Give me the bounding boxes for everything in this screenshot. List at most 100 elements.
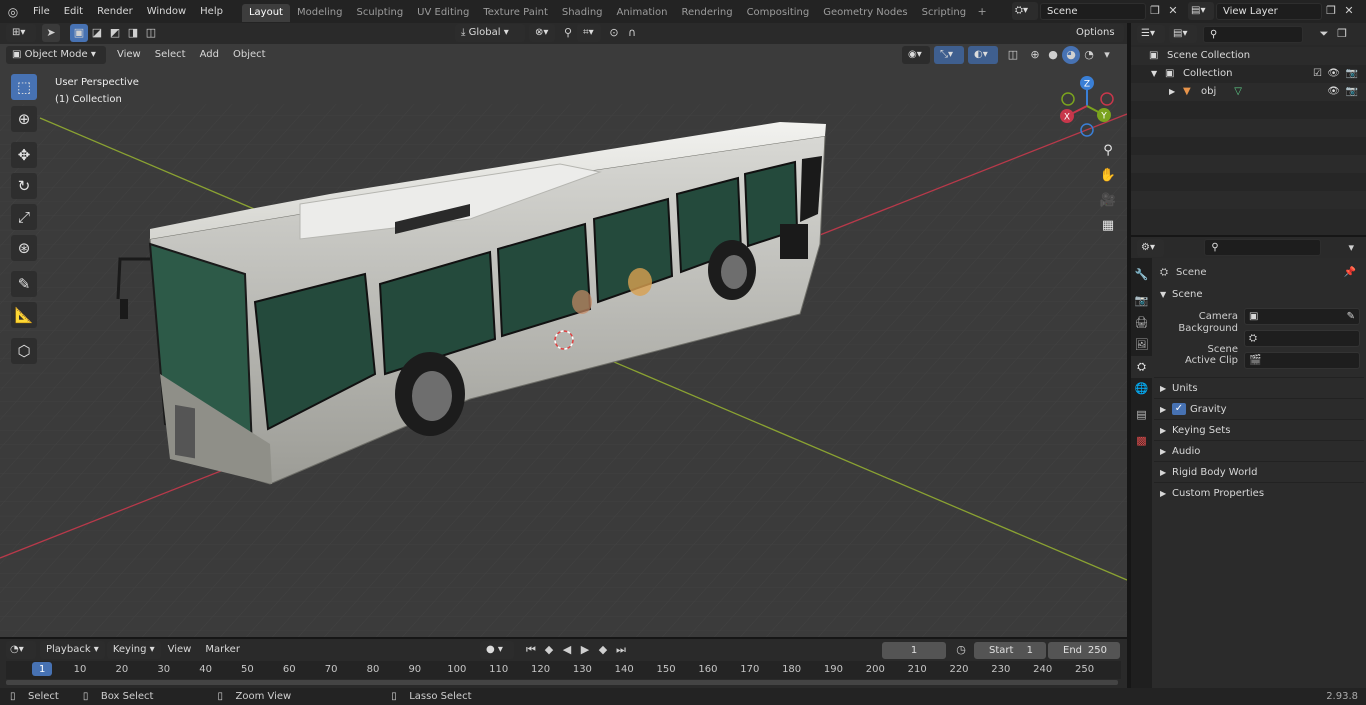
tab-animation[interactable]: Animation	[610, 4, 675, 22]
menu-select[interactable]: Select	[148, 46, 193, 64]
menu-add[interactable]: Add	[193, 46, 226, 64]
navigation-gizmo[interactable]: Z X Y	[1055, 74, 1119, 138]
new-scene-icon[interactable]: ❐	[1146, 2, 1164, 20]
keying-sets-panel-header[interactable]: ▶ Keying Sets	[1154, 419, 1364, 440]
jump-start-icon[interactable]: ⏮	[522, 641, 540, 659]
editor-type-button[interactable]: ⊞▾	[6, 24, 36, 42]
render-camera-icon[interactable]: 📷	[1346, 65, 1358, 83]
proportional-edit-icon[interactable]: ⊙	[605, 24, 623, 42]
scene-tab-icon[interactable]: ⛭	[1131, 356, 1152, 378]
output-tab-icon[interactable]: 🖨	[1131, 312, 1152, 334]
overlay-toggle[interactable]: ◐▾	[968, 46, 998, 64]
rigid-body-world-panel-header[interactable]: ▶ Rigid Body World	[1154, 461, 1364, 482]
visibility-eye-icon[interactable]: 👁	[1327, 83, 1340, 101]
prev-keyframe-icon[interactable]: ◆	[540, 641, 558, 659]
material-preview-icon[interactable]: ◕	[1062, 46, 1080, 64]
collection-tab-icon[interactable]: ▤	[1131, 404, 1152, 426]
properties-editor-type[interactable]: ⚙▾	[1137, 238, 1165, 257]
select-tool-icon[interactable]: ➤	[42, 24, 60, 42]
eyedropper-icon[interactable]: ✎	[1347, 306, 1355, 327]
preview-range-icon[interactable]: ◷	[952, 641, 970, 659]
tab-shading[interactable]: Shading	[555, 4, 610, 22]
menu-edit[interactable]: Edit	[57, 0, 90, 23]
tab-texture-paint[interactable]: Texture Paint	[476, 4, 555, 22]
new-collection-icon[interactable]: ❐	[1333, 25, 1351, 43]
select-extend-icon[interactable]: ◪	[88, 24, 106, 42]
select-intersect-icon[interactable]: ◫	[142, 24, 160, 42]
select-box-tool-icon[interactable]: ⬚	[11, 74, 37, 100]
mesh-data-icon[interactable]: ▽	[1234, 83, 1242, 101]
tab-rendering[interactable]: Rendering	[674, 4, 739, 22]
solid-shading-icon[interactable]: ●	[1044, 46, 1062, 64]
select-new-icon[interactable]: ▣	[70, 24, 88, 42]
audio-panel-header[interactable]: ▶ Audio	[1154, 440, 1364, 461]
zoom-view-icon[interactable]: ⚲	[1097, 140, 1119, 162]
expand-arrow-icon[interactable]: ▶	[1169, 83, 1183, 101]
render-camera-icon[interactable]: 📷	[1346, 83, 1358, 101]
scene-panel-header[interactable]: ▼ Scene	[1154, 284, 1364, 305]
outliner-editor-type[interactable]: ☰▾	[1137, 25, 1165, 43]
outliner-row-collection[interactable]: ▼ ▣ Collection ☑ 👁 📷	[1131, 65, 1366, 83]
menu-window[interactable]: Window	[140, 0, 193, 23]
menu-help[interactable]: Help	[193, 0, 230, 23]
annotate-tool-icon[interactable]: ✎	[11, 271, 37, 297]
filter-icon[interactable]: ⏷	[1315, 25, 1333, 43]
select-invert-icon[interactable]: ◨	[124, 24, 142, 42]
mode-dropdown[interactable]: ▣ Object Mode ▾	[6, 46, 106, 64]
delete-view-layer-icon[interactable]: ✕	[1340, 2, 1358, 20]
measure-tool-icon[interactable]: 📐	[11, 302, 37, 328]
3d-viewport[interactable]: ▣ Object Mode ▾ View Select Add Object ◉…	[0, 44, 1127, 637]
outliner-search-input[interactable]: ⚲	[1203, 25, 1303, 43]
timeline-editor-type[interactable]: ◔▾	[6, 641, 36, 659]
properties-options-icon[interactable]: ▾	[1343, 239, 1360, 257]
next-keyframe-icon[interactable]: ◆	[594, 641, 612, 659]
timeline-scrollbar[interactable]	[6, 680, 1118, 685]
camera-field[interactable]: ▣ ✎	[1244, 308, 1360, 325]
exclude-checkbox-icon[interactable]: ☑	[1313, 65, 1322, 83]
world-tab-icon[interactable]: 🌐	[1131, 378, 1152, 400]
tab-compositing[interactable]: Compositing	[740, 4, 817, 22]
view-layer-name-field[interactable]: View Layer	[1216, 2, 1322, 20]
tab-scripting[interactable]: Scripting	[915, 4, 973, 22]
tab-uv-editing[interactable]: UV Editing	[410, 4, 476, 22]
transform-tool-icon[interactable]: ⊛	[11, 235, 37, 261]
rendered-shading-icon[interactable]: ◔	[1080, 46, 1098, 64]
expand-arrow-icon[interactable]: ▼	[1151, 65, 1165, 83]
tool-tab-icon[interactable]: 🔧	[1131, 264, 1152, 286]
background-scene-field[interactable]: ⛭	[1244, 330, 1360, 347]
pan-view-icon[interactable]: ✋	[1097, 165, 1119, 187]
tab-modeling[interactable]: Modeling	[290, 4, 350, 22]
current-frame-field[interactable]: 1	[882, 641, 946, 659]
outliner-row-obj[interactable]: ▶ ▼ obj ▽ 👁 📷	[1131, 83, 1366, 101]
pin-icon[interactable]: 📌	[1344, 267, 1356, 278]
snap-toggle-icon[interactable]: ⚲	[559, 24, 577, 42]
snap-target-button[interactable]: ⌗▾	[577, 24, 601, 42]
tab-sculpting[interactable]: Sculpting	[349, 4, 410, 22]
add-workspace-button[interactable]: +	[973, 3, 991, 21]
units-panel-header[interactable]: ▶ Units	[1154, 377, 1364, 398]
shading-options-icon[interactable]: ▾	[1098, 46, 1116, 64]
menu-file[interactable]: File	[26, 0, 57, 23]
move-tool-icon[interactable]: ✥	[11, 142, 37, 168]
gravity-panel-header[interactable]: ▶ ✓ Gravity	[1154, 398, 1364, 419]
custom-properties-panel-header[interactable]: ▶ Custom Properties	[1154, 482, 1364, 503]
view-layer-tab-icon[interactable]: 🖼	[1131, 334, 1152, 356]
scale-tool-icon[interactable]: ⤢	[11, 204, 37, 230]
play-reverse-icon[interactable]: ◀	[558, 641, 576, 659]
end-frame-field[interactable]: End 250	[1048, 641, 1120, 659]
jump-end-icon[interactable]: ⏭	[612, 641, 630, 659]
play-icon[interactable]: ▶	[576, 641, 594, 659]
wireframe-shading-icon[interactable]: ⊕	[1026, 46, 1044, 64]
playback-menu[interactable]: Playback ▾	[40, 641, 105, 659]
scene-name-field[interactable]: Scene	[1040, 2, 1146, 20]
new-view-layer-icon[interactable]: ❐	[1322, 2, 1340, 20]
add-cube-tool-icon[interactable]: ⬡	[11, 338, 37, 364]
scene-browse-button[interactable]: ⛭▾	[1012, 2, 1038, 20]
auto-keying-button[interactable]: ● ▾	[480, 641, 514, 659]
cursor-tool-icon[interactable]: ⊕	[11, 106, 37, 132]
timeline-view-menu[interactable]: View	[161, 641, 199, 659]
xray-toggle-icon[interactable]: ◫	[1004, 46, 1022, 64]
camera-view-icon[interactable]: 🎥	[1097, 190, 1119, 212]
options-dropdown[interactable]: Options ▾	[1070, 24, 1124, 56]
select-subtract-icon[interactable]: ◩	[106, 24, 124, 42]
